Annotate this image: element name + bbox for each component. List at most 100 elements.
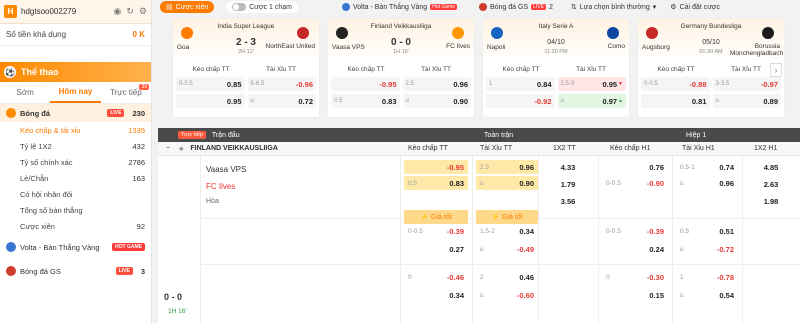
odds-cell[interactable]: 0.95 <box>176 94 245 108</box>
odds-cell[interactable]: 3-3.5 -0.97 <box>712 77 781 91</box>
sidebar-item-total-goals[interactable]: Tổng số bàn thắng <box>0 202 151 218</box>
odds-1x2-cell[interactable]: 2.63 <box>746 177 796 191</box>
odds-cell[interactable]: 0-0.5 -0.39 <box>602 224 668 238</box>
away-team[interactable]: FC Ilves <box>206 182 235 191</box>
match-card[interactable]: India Super League Goa NorthEast United … <box>172 18 320 118</box>
odds-cell[interactable]: -0.95 <box>404 160 468 174</box>
odds-cell[interactable]: 0-0.5 0.85 <box>176 77 245 91</box>
odds-cell[interactable]: 0.5 0.83 <box>331 94 400 108</box>
nav-volta[interactable]: Volta - Bàn Thắng Vàng Hot Game <box>341 3 457 11</box>
odds-1x2-cell[interactable]: 4.85 <box>746 160 796 174</box>
col-1x2-h1: 1X2 H1 <box>754 145 778 152</box>
odds-cell[interactable]: u -0.72 <box>676 242 738 256</box>
odds-cell[interactable]: 0.81 <box>641 94 710 108</box>
odds-cell[interactable]: 0.5 0.83 <box>404 176 468 190</box>
odds-value: 0.74 <box>719 162 734 172</box>
odds-cell[interactable]: 0.27 <box>404 242 468 256</box>
sidebar-item-correct-score[interactable]: Tỷ số chính xác 2786 <box>0 154 151 170</box>
odds-cell[interactable]: 0.5 0.51 <box>676 224 738 238</box>
home-team[interactable]: Vaasa VPS <box>206 165 246 174</box>
star-icon[interactable]: ★ <box>178 145 184 153</box>
match-card[interactable]: Finland Veikkausliiga Vaasa VPS FC Ilves… <box>327 18 475 118</box>
odds-cell[interactable]: u 0.54 <box>676 288 738 302</box>
sport-header[interactable]: ⚽ Thể thao <box>0 62 151 82</box>
odds-cell[interactable]: 6-6.5 -0.96 <box>247 77 316 91</box>
best-price-tag: ⚡ Giá tốt <box>404 210 468 224</box>
odds-cell[interactable]: u 0.90 <box>476 176 538 190</box>
odds-cell[interactable]: 2 0.46 <box>476 270 538 284</box>
next-arrow-icon[interactable]: › <box>770 63 782 77</box>
sidebar-item-1x2[interactable]: Tỷ lệ 1X2 432 <box>0 138 151 154</box>
odds-cell[interactable]: 0-0.5 -0.39 <box>404 224 468 238</box>
odds-cell[interactable]: u 0.96 <box>676 176 738 190</box>
odds-value: -0.95 <box>446 162 464 172</box>
odds-cell[interactable]: u 0.72 <box>247 94 316 108</box>
odds-cell[interactable]: 0 -0.30 <box>602 270 668 284</box>
odds-cell[interactable]: 2.5 0.96 <box>476 160 538 174</box>
eye-icon[interactable]: ◉ <box>114 6 122 17</box>
one-click-toggle[interactable]: Cược 1 chạm <box>226 1 298 13</box>
sidebar-item-handicap[interactable]: Kèo chấp & tài xỉu 1335 <box>0 122 151 138</box>
nav-gs[interactable]: Bóng đá GS LIVE 2 <box>479 3 553 11</box>
gs-icon <box>6 266 16 276</box>
odds-value: -0.88 <box>689 79 707 89</box>
odds-cell[interactable]: 1 0.84 <box>486 77 555 91</box>
odds-value: 0.96 <box>719 178 734 188</box>
odds-cell[interactable]: u -0.60 <box>476 288 538 302</box>
odds-cell[interactable]: 2.5 0.96 <box>402 77 471 91</box>
toggle-switch[interactable] <box>232 3 247 11</box>
odds-1x2-cell[interactable]: 1.79 <box>542 177 594 191</box>
line: 3-3.5 <box>715 81 730 87</box>
odds-cell[interactable]: 0-0.5 -0.88 <box>641 77 710 91</box>
match-card[interactable]: Germany Bundesliga Augsburg Borussia Mon… <box>637 18 785 118</box>
odds-cell[interactable]: 1.5-2 0.34 <box>476 224 538 238</box>
odds-value: 0.84 <box>536 79 552 89</box>
card-header: India Super League Goa NorthEast United … <box>173 19 319 62</box>
odds-cell[interactable]: 0.15 <box>602 288 668 302</box>
match-card[interactable]: Italy Serie A Napoli Como 04/10 11:30 PM… <box>482 18 630 118</box>
odds-cell[interactable]: 0.5-1 0.74 <box>676 160 738 174</box>
collapse-icon[interactable]: − <box>166 145 170 152</box>
home-crest-icon <box>646 27 658 39</box>
odds-cell[interactable]: 0 -0.46 <box>404 270 468 284</box>
odds-cell[interactable]: u 0.90 <box>402 94 471 108</box>
sidebar-item-football[interactable]: Bóng đá LIVE 230 <box>0 104 151 122</box>
sidebar-item-odd-even[interactable]: Lẻ/Chẵn 163 <box>0 170 151 186</box>
odds-cell[interactable]: 0.24 <box>602 242 668 256</box>
odds-value: 0.27 <box>449 244 464 254</box>
sidebar-item-double-chance[interactable]: Có hội nhân đôi <box>0 186 151 202</box>
odds-cell[interactable]: u -0.49 <box>476 242 538 256</box>
odds-cell[interactable]: -0.92 <box>486 94 555 108</box>
odds-cell[interactable]: 0-0.5 -0.90 <box>602 176 668 190</box>
sidebar-item-label: Volta - Bàn Thắng Vàng <box>20 242 100 252</box>
refresh-icon[interactable]: ↻ <box>126 6 134 17</box>
sort-select[interactable]: ⇅ Lựa chọn bình thường ▾ <box>571 3 656 12</box>
odds-cell[interactable]: 2.5-3 0.95 ▼ <box>557 77 626 91</box>
sidebar-item-gs[interactable]: Bóng đá GS LIVE 3 <box>0 262 151 280</box>
odds-cell[interactable]: 1 -0.78 <box>676 270 738 284</box>
avatar[interactable]: H <box>4 5 17 18</box>
odds-cell[interactable]: 0.76 <box>602 160 668 174</box>
odds-cell[interactable]: -0.95 <box>331 77 400 91</box>
odds-1x2-cell[interactable]: 3.56 <box>542 194 594 208</box>
sidebar-item-volta[interactable]: Volta - Bàn Thắng Vàng HOT GAME <box>0 238 151 256</box>
tab-today[interactable]: Hôm nay <box>50 82 101 103</box>
table-body: Vaasa VPS FC Ilves Hòa 0 - 0 1H 16' -0.9… <box>158 156 800 323</box>
odds-1x2-cell[interactable]: 4.33 <box>542 160 594 174</box>
sidebar: H hdgtsoo002279 ◉ ↻ ⚙ Số tiền khả dụng 0… <box>0 0 152 323</box>
gear-icon[interactable]: ⚙ <box>139 6 147 17</box>
odds-cell[interactable]: u 0.89 <box>712 94 781 108</box>
sort-label: Lựa chọn bình thường <box>579 3 650 11</box>
parlay-button[interactable]: ▤ Cược xiên <box>160 1 215 13</box>
odds-cell[interactable]: u 0.97 ▲ <box>557 94 626 108</box>
line: u <box>715 98 719 104</box>
sidebar-item-label: Kèo chấp & tài xỉu <box>20 125 81 135</box>
odds-cell[interactable]: 0.34 <box>404 288 468 302</box>
sidebar-item-parlay[interactable]: Cược xiên 92 <box>0 218 151 234</box>
full-time-header: Toàn trận <box>484 131 514 139</box>
card-odds: Kèo chấp TT Tài Xỉu TT -0.95 2.5 0.96 0.5 0.… <box>328 62 474 110</box>
count: 163 <box>132 173 145 183</box>
bet-settings-button[interactable]: ⚙ Cài đặt cược <box>670 3 720 12</box>
tab-early[interactable]: Sớm <box>0 82 50 103</box>
odds-1x2-cell[interactable]: 1.98 <box>746 194 796 208</box>
